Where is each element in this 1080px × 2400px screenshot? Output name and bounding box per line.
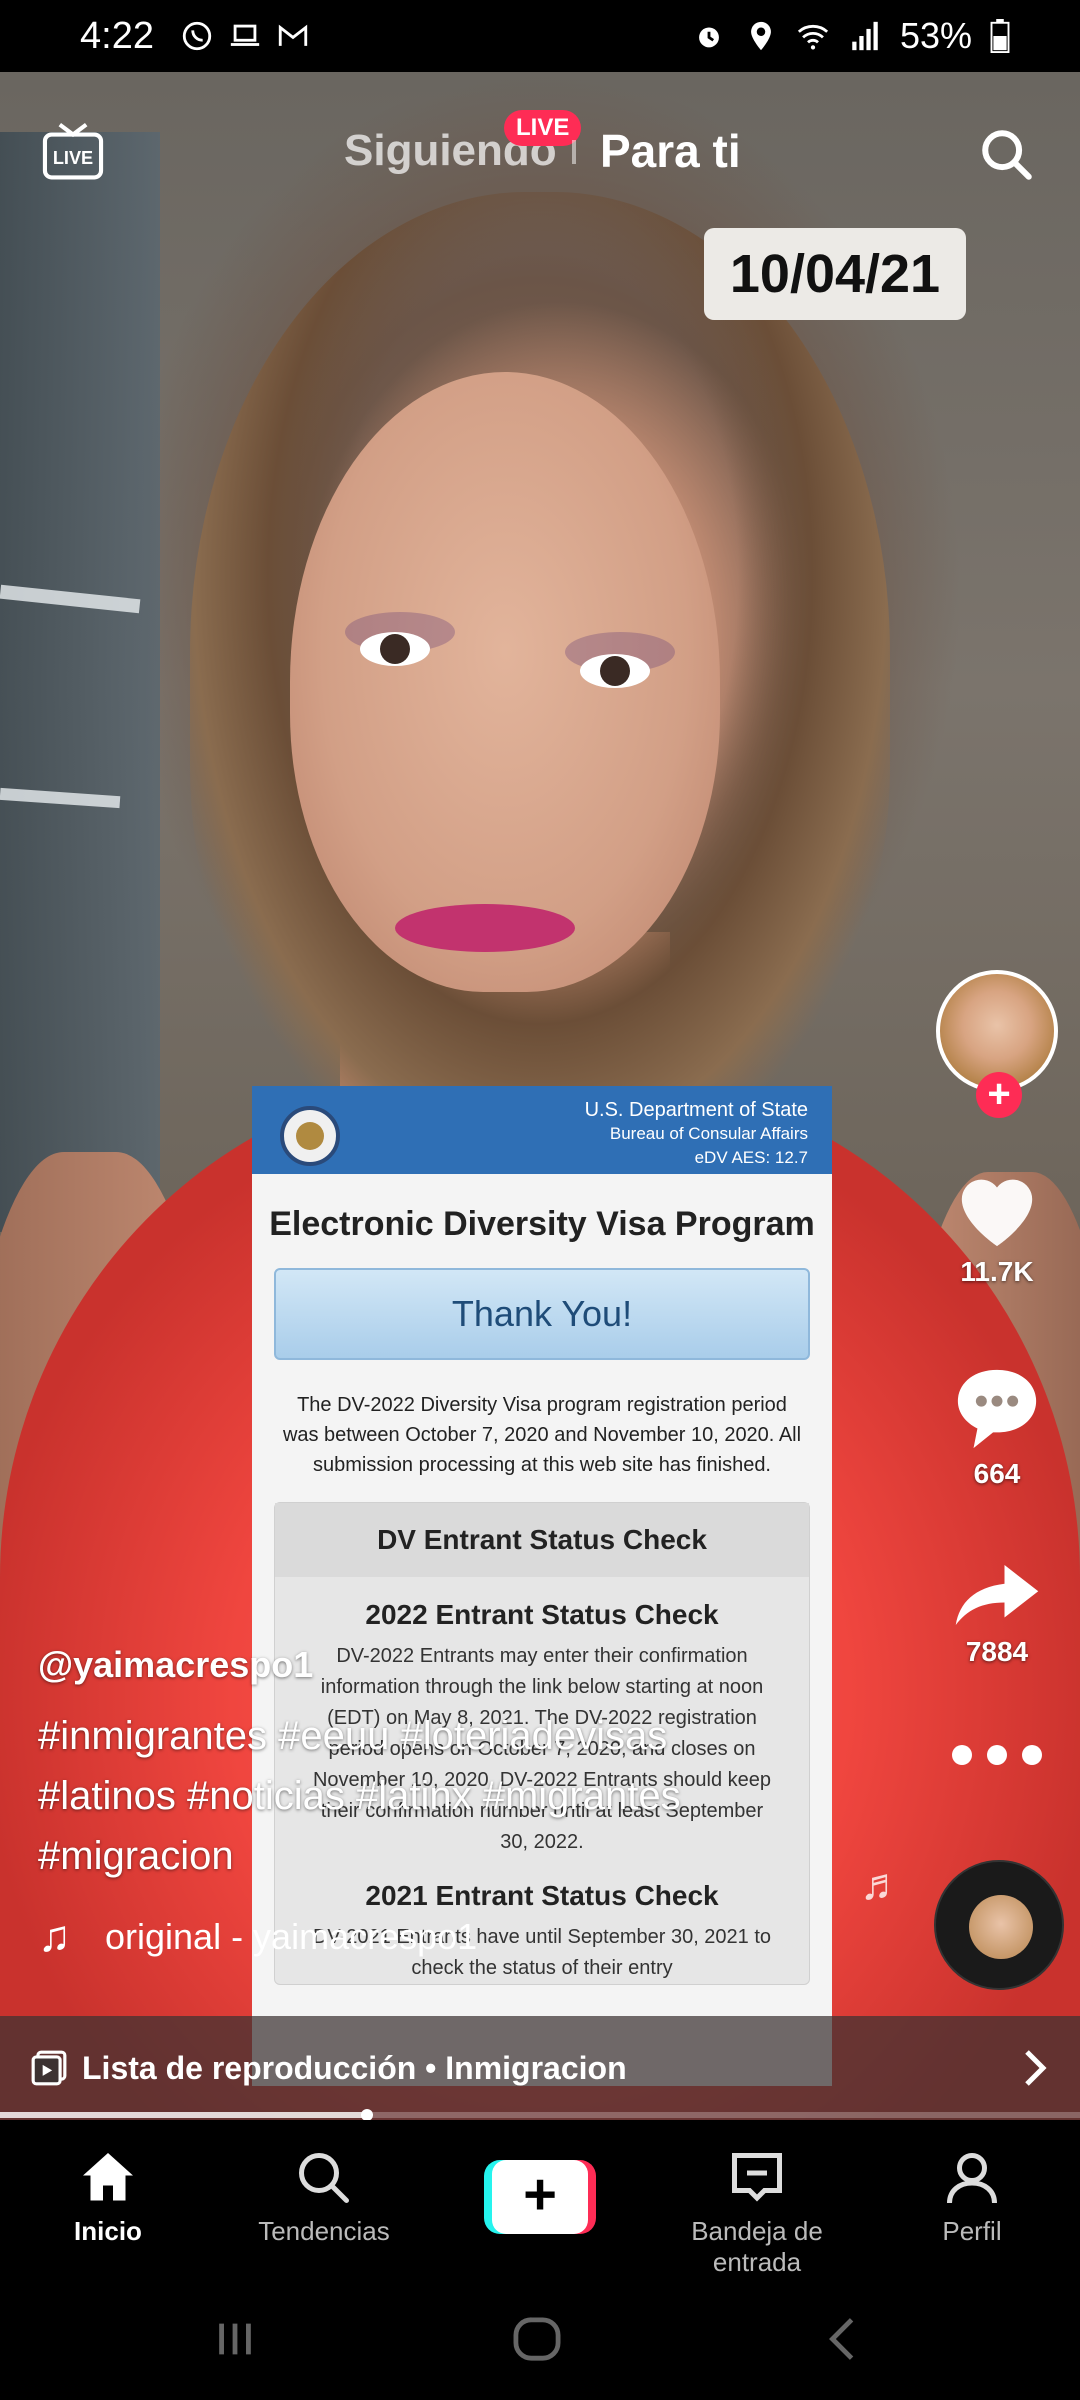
battery-icon [990, 19, 1010, 53]
nav-profile-label: Perfil [942, 2216, 1002, 2246]
create-button[interactable]: + [484, 2160, 596, 2234]
gmail-icon [278, 24, 308, 46]
system-nav-bar [0, 2280, 1080, 2400]
thank-you-banner: Thank You! [274, 1268, 810, 1360]
comment-button[interactable]: 664 [932, 1362, 1062, 1490]
playlist-bar[interactable]: Lista de reproducción • Inmigracion [0, 2016, 1080, 2120]
like-count: 11.7K [960, 1256, 1034, 1287]
document-header-text: U.S. Department of State Bureau of Consu… [585, 1098, 808, 1170]
recent-apps-icon[interactable] [212, 2316, 258, 2362]
chevron-right-icon [1025, 2050, 1047, 2086]
nav-inbox[interactable]: Bandeja de entrada [647, 2148, 867, 2278]
whatsapp-icon [182, 21, 212, 51]
nav-inbox-label: Bandeja de entrada [691, 2216, 823, 2277]
nav-home[interactable]: Inicio [0, 2148, 218, 2247]
plus-icon: + [492, 2160, 588, 2234]
video-progress-bar[interactable] [0, 2109, 1080, 2121]
document-title: Electronic Diversity Visa Program [269, 1205, 815, 1243]
document-header: U.S. Department of State Bureau of Consu… [252, 1086, 832, 1174]
follow-button[interactable]: + [976, 1072, 1022, 1118]
share-arrow-icon [955, 1565, 1039, 1625]
status-bar: 4:22 53% [0, 0, 1080, 72]
music-note-icon: ♫ [38, 1912, 71, 1961]
search-icon[interactable] [978, 126, 1036, 184]
bottom-nav: Inicio Tendencias + Bandeja de entrada P… [0, 2120, 1080, 2280]
share-count: 7884 [965, 1636, 1029, 1667]
live-badge: LIVE [504, 110, 582, 146]
wifi-icon [797, 24, 829, 50]
nav-profile[interactable]: Perfil [862, 2148, 1080, 2247]
home-icon [83, 2153, 133, 2201]
home-button-icon[interactable] [512, 2316, 562, 2362]
heart-icon [961, 1179, 1033, 1247]
status-time: 4:22 [80, 14, 154, 57]
live-tv-icon[interactable]: LIVE [40, 118, 106, 184]
like-button[interactable]: 11.7K [932, 1164, 1062, 1288]
comment-icon [957, 1369, 1037, 1449]
battery-percent: 53% [899, 15, 972, 56]
search-icon [299, 2153, 349, 2203]
back-icon[interactable] [822, 2316, 862, 2362]
state-department-seal-icon [280, 1106, 340, 1166]
background-wall [0, 132, 160, 1232]
nav-home-label: Inicio [74, 2216, 142, 2246]
live-tv-label: LIVE [53, 148, 93, 168]
tab-for-you[interactable]: Para ti [600, 124, 741, 178]
creator-username[interactable]: @yaimacrespo1 [38, 1644, 313, 1686]
video-progress-fill [0, 2112, 368, 2118]
floating-music-note-icon: ♬ [860, 1860, 904, 1909]
version-label: eDV AES: 12.7 [694, 1148, 808, 1167]
top-nav: LIVE Siguiendo LIVE Para ti [0, 110, 1080, 208]
person-eye [360, 632, 430, 666]
tab-divider [572, 140, 576, 164]
nav-discover-label: Tendencias [258, 2216, 390, 2246]
department-name: U.S. Department of State [584, 1099, 808, 1121]
signal-icon [852, 21, 878, 51]
laptop-icon [230, 24, 260, 46]
person-face [290, 372, 720, 992]
person-eye [580, 654, 650, 688]
share-button[interactable]: 7884 [932, 1560, 1062, 1668]
status-check-heading: DV Entrant Status Check [275, 1503, 809, 1577]
status-2022-title: 2022 Entrant Status Check [365, 1599, 719, 1630]
sound-row[interactable]: ♫ original - yaimacrespo1 [38, 1912, 477, 1962]
sound-disc[interactable] [934, 1860, 1064, 1990]
video-caption[interactable]: #inmigrantes #eeuu #loteriadevisas #lati… [38, 1706, 798, 1886]
playlist-label: Lista de reproducción • Inmigracion [82, 2049, 627, 2086]
document-paragraph: The DV-2022 Diversity Visa program regis… [282, 1394, 802, 1476]
person-lips [395, 904, 575, 952]
sound-name: original - yaimacrespo1 [105, 1916, 478, 1957]
alarm-icon [699, 27, 719, 48]
date-overlay: 10/04/21 [704, 228, 966, 320]
bureau-name: Bureau of Consular Affairs [609, 1124, 808, 1143]
location-icon [751, 21, 771, 51]
profile-icon [947, 2153, 997, 2204]
nav-discover[interactable]: Tendencias [214, 2148, 434, 2247]
comment-count: 664 [973, 1458, 1021, 1489]
more-options-icon[interactable] [952, 1740, 1042, 1770]
inbox-icon [732, 2153, 782, 2202]
playlist-icon [31, 2050, 67, 2086]
